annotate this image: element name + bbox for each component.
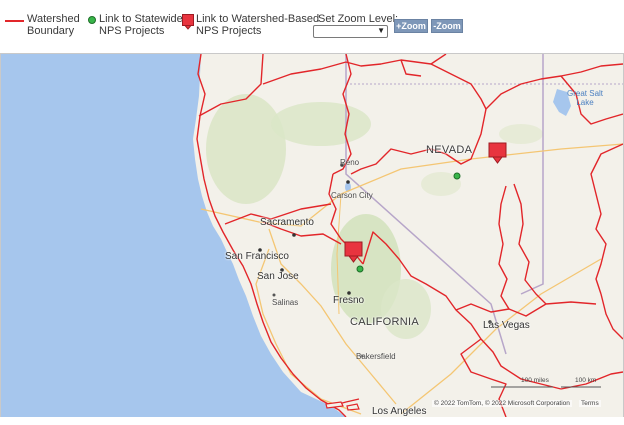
city-label-san-jose: San Jose xyxy=(257,271,299,282)
map-legend: Watershed Boundary Link to Statewide NPS… xyxy=(0,0,624,52)
forest-area xyxy=(499,124,543,144)
city-point-carson-city xyxy=(346,180,350,184)
map-terms-link[interactable]: Terms xyxy=(579,400,601,407)
scale-label-miles: 100 miles xyxy=(521,377,549,384)
city-label-salinas: Salinas xyxy=(272,298,299,307)
great-salt-lake-label: Great Salt Lake xyxy=(567,89,604,107)
footer-strip xyxy=(0,417,624,425)
zoom-out-button[interactable]: -Zoom xyxy=(431,19,463,33)
chevron-down-icon: ▼ xyxy=(377,26,385,35)
zoom-level-label: Set Zoom Level: xyxy=(318,13,399,25)
city-label-reno: Reno xyxy=(340,158,360,167)
zoom-level-select[interactable]: ▼ xyxy=(313,25,388,38)
statewide-nps-marker-california[interactable] xyxy=(356,265,364,273)
state-label-california: CALIFORNIA xyxy=(350,316,420,328)
city-label-carson-city: Carson City xyxy=(331,191,373,200)
statewide-nps-marker-nevada[interactable] xyxy=(453,172,461,180)
map-canvas[interactable]: Great Salt Lake NEVADA CALIFORNIA Reno C… xyxy=(0,53,624,418)
watershed-marker-icon xyxy=(182,14,194,30)
city-label-fresno: Fresno xyxy=(333,295,365,306)
zoom-in-button[interactable]: +Zoom xyxy=(394,19,428,33)
city-label-sacramento: Sacramento xyxy=(260,217,314,228)
forest-area xyxy=(206,94,286,204)
city-point-salinas xyxy=(272,293,276,297)
forest-area xyxy=(381,279,431,339)
city-label-las-vegas: Las Vegas xyxy=(483,320,530,331)
statewide-marker-icon xyxy=(88,16,96,24)
scale-label-km: 100 km xyxy=(575,377,597,384)
state-label-nevada: NEVADA xyxy=(426,144,473,156)
legend-watershed-based-label: Link to Watershed-Based NPS Projects xyxy=(196,13,320,37)
map-attribution: © 2022 TomTom, © 2022 Microsoft Corporat… xyxy=(432,400,572,407)
city-point-sacramento xyxy=(292,233,296,237)
legend-watershed-label: Watershed Boundary xyxy=(27,13,80,37)
map-graphics xyxy=(193,54,623,417)
city-label-los-angeles: Los Angeles xyxy=(372,406,427,417)
forest-area xyxy=(271,102,371,146)
legend-statewide-label: Link to Statewide NPS Projects xyxy=(99,13,183,37)
watershed-boundary-swatch xyxy=(5,20,24,22)
city-label-san-francisco: San Francisco xyxy=(225,251,289,262)
city-label-bakersfield: Bakersfield xyxy=(356,352,396,361)
